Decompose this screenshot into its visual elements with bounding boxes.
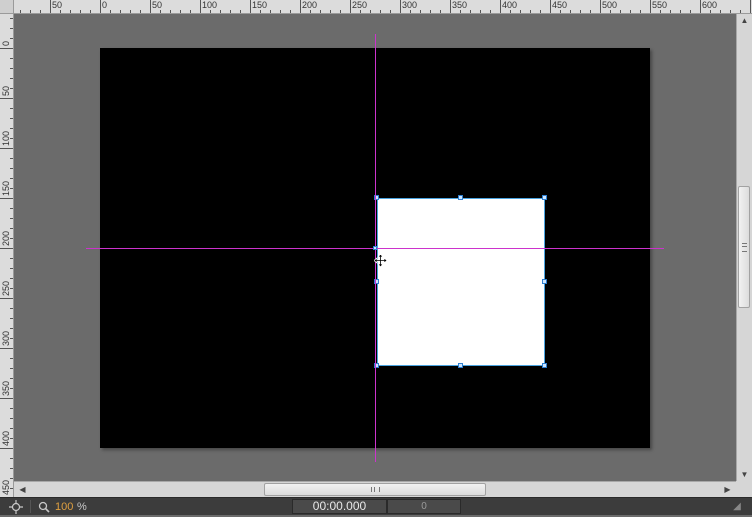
magnifier-icon[interactable] (37, 500, 51, 514)
ruler-tick-label: 300 (1, 330, 11, 346)
horizontal-ruler[interactable]: 50 0 50 100 150 200 250 300 350 400 450 500 550 600 (14, 0, 752, 14)
ruler-tick-label: 300 (402, 0, 418, 10)
scrollbar-corner (736, 481, 752, 497)
vertical-ruler[interactable]: 0 50 100 150 200 250 300 350 400 450 (0, 14, 14, 497)
ruler-tick-label: 100 (1, 130, 11, 146)
ruler-tick-label: 50 (1, 85, 11, 96)
ruler-tick-label: 150 (1, 180, 11, 196)
move-cursor-icon (373, 253, 388, 268)
zoom-unit-label: % (77, 501, 87, 513)
ruler-tick-label: 50 (152, 0, 163, 10)
ruler-tick-label: 400 (1, 430, 11, 446)
resize-handle-right[interactable] (542, 279, 547, 284)
resize-handle-bottom-right[interactable] (542, 363, 547, 368)
ruler-tick-label: 350 (452, 0, 468, 10)
ruler-tick-label: 100 (202, 0, 218, 10)
timecode-field[interactable]: 00:00.000 (292, 499, 387, 514)
ruler-tick-label: 150 (252, 0, 268, 10)
resize-handle-top-right[interactable] (542, 195, 547, 200)
ruler-tick-label: 50 (52, 0, 63, 10)
resize-grip-icon[interactable]: ◢ (730, 500, 744, 513)
resize-handle-top[interactable] (458, 195, 463, 200)
ruler-tick-label: 250 (352, 0, 368, 10)
ruler-tick-label: 0 (1, 40, 11, 46)
status-bar: 100 % 00:00.000 0 ◢ (0, 497, 752, 515)
vertical-scroll-thumb[interactable] (738, 186, 750, 308)
zoom-level-value[interactable]: 100 (55, 501, 73, 513)
selected-rectangle[interactable] (377, 198, 545, 366)
ruler-tick-label: 450 (552, 0, 568, 10)
frame-number-field[interactable]: 0 (387, 499, 461, 514)
grip-icon (371, 487, 380, 492)
ruler-tick-label: 200 (1, 230, 11, 246)
ruler-tick-label: 200 (302, 0, 318, 10)
center-pivot-handle[interactable] (373, 246, 377, 250)
scroll-up-arrow-icon[interactable]: ▲ (740, 16, 749, 25)
vertical-scrollbar[interactable]: ▲ ▼ (736, 14, 752, 481)
canvas-workspace[interactable] (14, 14, 736, 481)
horizontal-ruler-ticks (20, 0, 751, 13)
ruler-tick-label: 450 (1, 479, 11, 495)
ruler-corner (0, 0, 14, 14)
scroll-down-arrow-icon[interactable]: ▼ (740, 470, 749, 479)
horizontal-scroll-thumb[interactable] (264, 483, 486, 496)
grip-icon (742, 243, 747, 252)
resize-handle-bottom[interactable] (458, 363, 463, 368)
ruler-tick-label: 0 (102, 0, 108, 10)
horizontal-scrollbar[interactable]: ◀ ▶ (14, 481, 736, 497)
status-separator (30, 500, 31, 513)
scroll-right-arrow-icon[interactable]: ▶ (723, 484, 732, 495)
ruler-tick-label: 500 (602, 0, 618, 10)
ruler-tick-label: 400 (502, 0, 518, 10)
ruler-tick-label: 600 (702, 0, 718, 10)
ruler-tick-label: 550 (652, 0, 668, 10)
ruler-tick-label: 350 (1, 380, 11, 396)
crosshair-icon[interactable] (9, 500, 23, 514)
ruler-tick-label: 250 (1, 280, 11, 296)
scroll-left-arrow-icon[interactable]: ◀ (18, 484, 27, 495)
